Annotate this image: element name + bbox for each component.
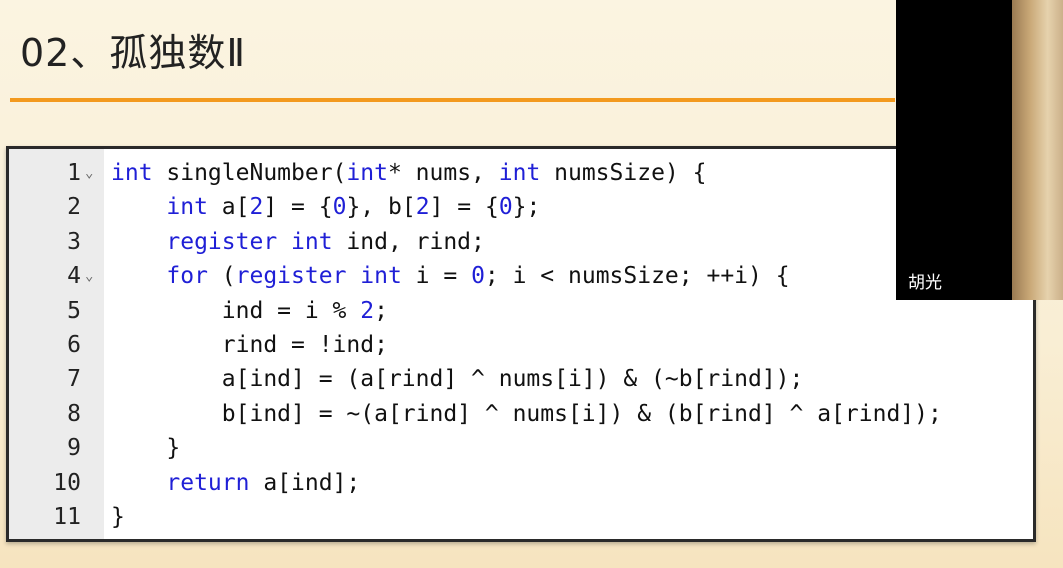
code-token: } — [111, 504, 125, 530]
line-number: 9 — [67, 435, 81, 462]
code-keyword: register int — [166, 228, 333, 255]
code-text: return a[ind]; — [111, 466, 360, 500]
slide-title: 02、孤独数Ⅱ — [20, 31, 247, 75]
code-token: }; — [512, 194, 541, 221]
code-token: }, b[ — [346, 194, 416, 221]
code-text: a[ind] = (a[rind] ^ nums[i]) & (~b[rind]… — [111, 362, 804, 396]
code-token: i = — [401, 263, 472, 290]
code-token: ; — [374, 297, 388, 324]
code-line[interactable]: 5 ind = i % 2; — [9, 294, 1033, 328]
line-number: 10 — [53, 469, 81, 496]
code-number: 2 — [360, 297, 375, 324]
code-line[interactable]: 11} — [9, 500, 1033, 534]
code-line[interactable]: 8 b[ind] = ~(a[rind] ^ nums[i]) & (b[rin… — [9, 397, 1033, 431]
code-text: } — [111, 431, 180, 465]
code-token: ind = i % — [111, 297, 361, 324]
code-token: ] = { — [263, 194, 333, 221]
line-number: 4 — [67, 263, 81, 290]
code-token: ] = { — [429, 194, 499, 221]
code-token: numsSize) { — [540, 160, 707, 186]
code-text: int singleNumber(int* nums, int numsSize… — [111, 156, 706, 190]
webcam-video — [1012, 0, 1063, 300]
code-number: 0 — [332, 194, 347, 221]
line-number: 7 — [67, 366, 81, 393]
code-token: rind = !ind; — [111, 332, 388, 358]
code-token: ( — [207, 263, 236, 290]
line-number: 11 — [53, 504, 81, 530]
line-number: 2 — [67, 194, 81, 221]
code-token: * nums, — [387, 160, 499, 186]
code-text: b[ind] = ~(a[rind] ^ nums[i]) & (b[rind]… — [111, 397, 942, 431]
code-token: singleNumber( — [152, 160, 347, 186]
code-keyword: for — [166, 263, 208, 290]
code-line[interactable]: 3 register int ind, rind; — [9, 225, 1033, 259]
webcam-participant-name: 胡光 — [908, 273, 942, 293]
code-keyword: return — [166, 469, 250, 496]
code-number: 0 — [498, 194, 513, 221]
code-token: a[ind] = (a[rind] ^ nums[i]) & (~b[rind]… — [111, 366, 804, 393]
code-line[interactable]: 9 } — [9, 431, 1033, 465]
fold-toggle-icon[interactable]: ⌄ — [85, 156, 93, 190]
code-line[interactable]: 10 return a[ind]; — [9, 466, 1033, 500]
code-text: } — [111, 500, 125, 534]
code-line[interactable]: 2 int a[2] = {0}, b[2] = {0}; — [9, 190, 1033, 224]
code-line[interactable]: 6 rind = !ind; — [9, 328, 1033, 362]
code-text: register int ind, rind; — [111, 225, 485, 259]
code-text: rind = !ind; — [111, 328, 388, 362]
code-editor[interactable]: 1 ⌄ int singleNumber(int* nums, int numsSi… — [6, 146, 1036, 542]
code-token: ind, rind; — [332, 228, 485, 255]
code-keyword: register int — [235, 263, 402, 290]
code-keyword: int — [111, 160, 153, 186]
code-text: int a[2] = {0}, b[2] = {0}; — [111, 190, 540, 224]
line-number: 3 — [67, 228, 81, 255]
code-line[interactable]: 1 ⌄ int singleNumber(int* nums, int numsSi… — [9, 156, 1033, 190]
line-number: 5 — [67, 297, 81, 324]
code-token: b[ind] = ~(a[rind] ^ nums[i]) & (b[rind]… — [111, 400, 942, 427]
code-text: ind = i % 2; — [111, 294, 388, 328]
line-number: 8 — [67, 400, 81, 427]
code-keyword: int — [346, 160, 388, 186]
code-keyword: int — [166, 194, 208, 221]
code-keyword: int — [498, 160, 541, 186]
code-token: a[ — [207, 194, 250, 221]
code-line[interactable]: 7 a[ind] = (a[rind] ^ nums[i]) & (~b[rin… — [9, 362, 1033, 396]
webcam-overlay: 胡光 — [896, 0, 1063, 300]
code-number: 0 — [471, 263, 485, 290]
line-number: 1 — [67, 160, 81, 186]
code-line[interactable]: 4 ⌄ for (register int i = 0; i < numsSize… — [9, 259, 1033, 293]
code-token: ; i < numsSize; ++i) { — [484, 263, 790, 290]
code-token: } — [111, 435, 181, 462]
line-number: 6 — [67, 332, 81, 358]
title-underline — [10, 98, 895, 102]
code-token: a[ind]; — [249, 469, 361, 496]
code-number: 2 — [249, 194, 264, 221]
fold-toggle-icon[interactable]: ⌄ — [85, 259, 93, 293]
code-number: 2 — [415, 194, 430, 221]
code-text: for (register int i = 0; i < numsSize; +… — [111, 259, 790, 293]
